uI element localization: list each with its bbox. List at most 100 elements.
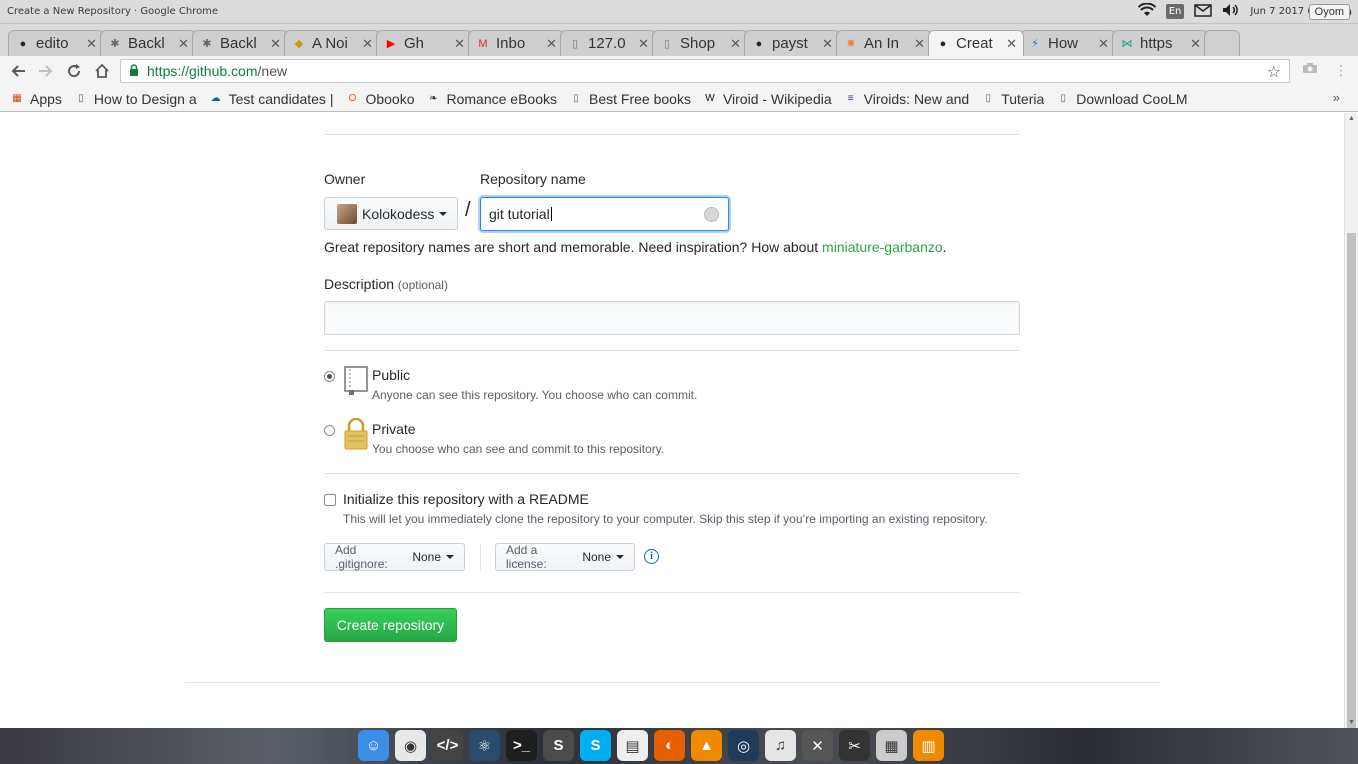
autofill-icon[interactable]: [704, 207, 719, 222]
firefox-icon[interactable]: ◐: [654, 730, 685, 761]
close-icon[interactable]: ✕: [730, 36, 741, 52]
printer-icon[interactable]: ▦: [876, 730, 907, 761]
bookmark-item[interactable]: O Obooko: [345, 91, 415, 107]
license-dropdown[interactable]: Add a license: None: [495, 543, 635, 571]
back-button[interactable]: [4, 57, 32, 85]
close-icon[interactable]: ✕: [178, 36, 189, 52]
bookmark-item[interactable]: ▯ Best Free books: [569, 91, 691, 107]
tab-label: edito: [36, 35, 69, 52]
license-value: None: [582, 550, 611, 564]
divider-submit: [324, 592, 1020, 593]
close-icon[interactable]: ✕: [914, 36, 925, 52]
scrollbar-thumb[interactable]: [1347, 233, 1356, 764]
address-bar[interactable]: https://github.com/new ☆: [120, 59, 1290, 83]
create-repository-button[interactable]: Create repository: [324, 608, 457, 642]
gitignore-dropdown[interactable]: Add .gitignore: None: [324, 543, 465, 571]
home-icon: [95, 63, 109, 78]
bookmark-item[interactable]: ❧ Romance eBooks: [427, 91, 557, 107]
skype-icon[interactable]: S: [580, 730, 611, 761]
vlc-icon[interactable]: ▲: [691, 730, 722, 761]
scroll-up-icon[interactable]: ▲: [1348, 115, 1355, 122]
volume-icon[interactable]: [1222, 3, 1240, 20]
close-icon[interactable]: ✕: [270, 36, 281, 52]
public-radio[interactable]: [324, 371, 335, 382]
code-editor-icon[interactable]: </>: [432, 730, 463, 761]
browser-tab[interactable]: ⚡ How ✕: [1020, 30, 1116, 56]
sublime-icon[interactable]: S: [543, 730, 574, 761]
chrome-menu-icon[interactable]: ⋮: [1334, 62, 1348, 79]
close-icon[interactable]: ✕: [454, 36, 465, 52]
browser-tab[interactable]: ▯ Shop ✕: [652, 30, 748, 56]
close-icon[interactable]: ✕: [1190, 36, 1201, 52]
owner-dropdown[interactable]: Kolokodess: [324, 197, 458, 230]
secure-lock-icon[interactable]: [129, 63, 139, 79]
reload-button[interactable]: [60, 57, 88, 85]
tab-label: https: [1140, 35, 1173, 52]
apps-grid-icon: ▦: [12, 93, 22, 104]
browser-tab[interactable]: ✱ Backl ✕: [100, 30, 196, 56]
bookmark-label: Best Free books: [589, 90, 691, 107]
readme-checkbox[interactable]: [324, 494, 336, 506]
tab-label: Backl: [128, 35, 165, 52]
footer-divider: [185, 682, 1160, 683]
input-language-indicator[interactable]: En: [1165, 4, 1185, 19]
browser-tab[interactable]: ◆ A Noi ✕: [284, 30, 380, 56]
description-input[interactable]: [324, 301, 1020, 335]
browser-tab[interactable]: ⋈ https ✕: [1112, 30, 1208, 56]
chrome-icon[interactable]: ◉: [395, 730, 426, 761]
finder-icon[interactable]: ☺: [358, 730, 389, 761]
itunes-icon[interactable]: ♫: [765, 730, 796, 761]
bookmark-item[interactable]: ▦ Apps: [10, 91, 62, 107]
terminal-icon[interactable]: >_: [506, 730, 537, 761]
close-icon[interactable]: ✕: [1098, 36, 1109, 52]
repo-name-input[interactable]: git tutorial: [480, 197, 729, 231]
tab-label: Inbo: [496, 35, 526, 52]
bookmark-item[interactable]: ☁ Test candidates |: [209, 91, 334, 107]
bookmark-item[interactable]: ▯ Download CooLM: [1056, 91, 1188, 107]
bookmark-item[interactable]: ≡ Viroids: New and: [844, 91, 970, 107]
bookmark-item[interactable]: ▯ Tuteria: [981, 91, 1044, 107]
tab-label: An In: [864, 35, 900, 52]
optional-tag: (optional): [397, 278, 448, 292]
camera-icon[interactable]: [1302, 62, 1318, 77]
close-icon[interactable]: ✕: [546, 36, 557, 52]
bookmark-star-icon[interactable]: ☆: [1267, 62, 1281, 82]
browser-tab[interactable]: ● Creat ✕: [928, 30, 1024, 56]
private-radio[interactable]: [324, 425, 335, 436]
atom-icon[interactable]: ⚛: [469, 730, 500, 761]
browser-tab[interactable]: ✸ An In ✕: [836, 30, 932, 56]
browser-tab[interactable]: ▶ Gh ✕: [376, 30, 472, 56]
browser-tab[interactable]: ▯ 127.0 ✕: [560, 30, 656, 56]
mail-icon[interactable]: [1194, 3, 1213, 20]
new-tab-button[interactable]: [1204, 30, 1240, 56]
browser-tab[interactable]: ● edito ✕: [8, 30, 104, 56]
forward-button[interactable]: [32, 57, 60, 85]
bookmark-item[interactable]: W Viroid - Wikipedia: [703, 91, 831, 107]
close-icon[interactable]: ✕: [822, 36, 833, 52]
home-button[interactable]: [88, 57, 116, 85]
bookmark-item[interactable]: ▯ How to Design a: [74, 91, 196, 107]
notes-icon[interactable]: ▤: [617, 730, 648, 761]
tab-label: Gh: [404, 35, 425, 52]
profile-button[interactable]: Oyom: [1308, 4, 1350, 20]
close-icon[interactable]: ✕: [638, 36, 649, 52]
page-scrollbar[interactable]: ▲ ▼: [1344, 113, 1358, 764]
browser-tab[interactable]: ● payst ✕: [744, 30, 840, 56]
wifi-icon[interactable]: [1137, 2, 1156, 20]
gitignore-value: None: [412, 550, 441, 564]
close-icon[interactable]: ✕: [362, 36, 373, 52]
x-icon[interactable]: ✕: [802, 730, 833, 761]
browser-tab[interactable]: M Inbo ✕: [468, 30, 564, 56]
bookmarks-overflow-icon[interactable]: »: [1333, 90, 1340, 105]
browser-tab[interactable]: ✱ Backl ✕: [192, 30, 288, 56]
close-icon[interactable]: ✕: [1006, 36, 1017, 52]
info-icon[interactable]: i: [644, 549, 659, 564]
ibooks-icon[interactable]: ▥: [913, 730, 944, 761]
name-suggestion-link[interactable]: miniature-garbanzo: [822, 239, 943, 255]
scroll-down-icon[interactable]: ▼: [1348, 719, 1355, 726]
readme-title[interactable]: Initialize this repository with a README: [343, 491, 589, 507]
close-icon[interactable]: ✕: [86, 36, 97, 52]
github-icon: ●: [19, 37, 27, 50]
scissors-icon[interactable]: ✂: [839, 730, 870, 761]
browser-icon[interactable]: ◎: [728, 730, 759, 761]
